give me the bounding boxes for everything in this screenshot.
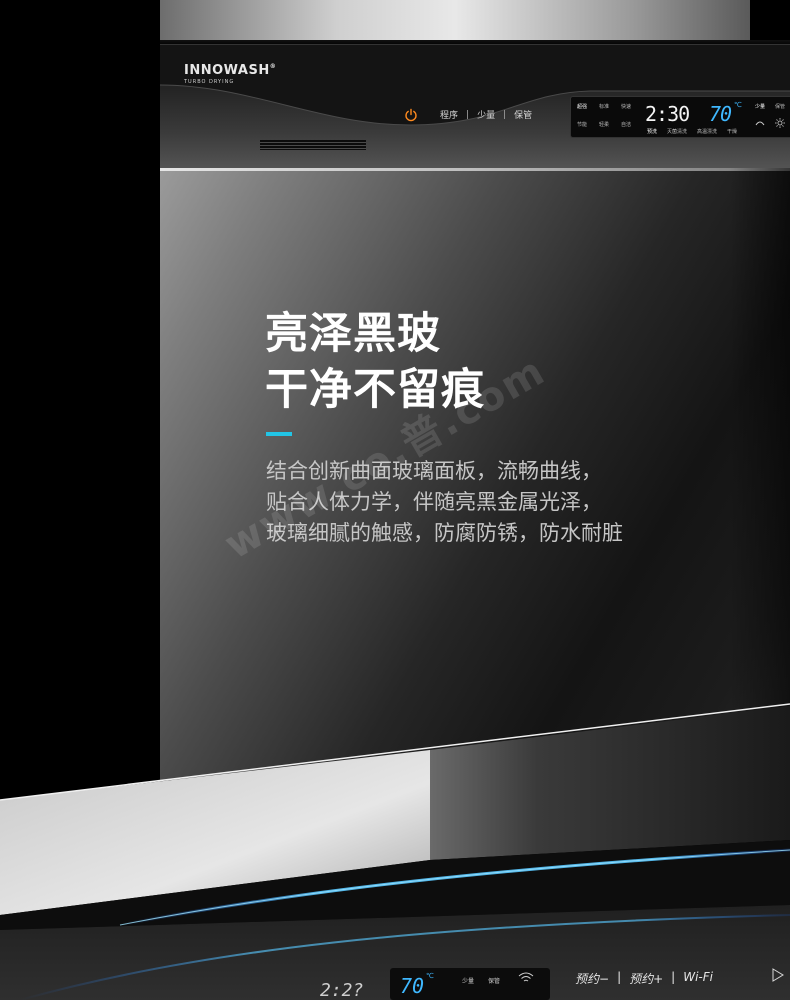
status-label: 灭菌清洗	[667, 129, 688, 135]
menu-separator: |	[671, 970, 676, 984]
bottom-option-label: 少量	[462, 978, 475, 985]
registered-mark: ®	[269, 63, 277, 70]
panel-menu: 程序 | 少量 | 保管	[440, 108, 532, 122]
appliance-top-trim	[160, 0, 750, 40]
headline-line-1: 亮泽黑玻	[265, 309, 441, 359]
panel-display: 超强 标准 快速 节能 轻柔 自洁 2:30 70 ℃ 预洗 灭菌清洗 高温漂洗…	[570, 96, 790, 138]
storage-button[interactable]: 保管	[514, 108, 532, 121]
mode-label: 超强	[577, 104, 588, 110]
status-label: 高温漂洗	[697, 129, 718, 135]
power-icon[interactable]	[404, 108, 418, 122]
option-label: 少量	[755, 104, 766, 110]
bottom-option-label: 保管	[488, 978, 501, 985]
control-panel: INNOWASH® TURBO DRYING 程序 | 少量 | 保管 超强 标…	[160, 44, 790, 169]
accent-bar	[266, 432, 292, 436]
option-label: 保管	[775, 104, 786, 110]
status-label: 预洗	[647, 129, 658, 135]
bottom-display: 70 ℃ 少量 保管	[390, 968, 550, 1000]
mode-label: 节能	[577, 122, 588, 128]
mode-label: 自洁	[621, 122, 632, 128]
sun-icon	[775, 118, 785, 128]
display-temperature: 70	[709, 102, 732, 126]
brand-name: INNOWASH	[184, 63, 270, 78]
menu-separator: |	[617, 970, 622, 984]
play-icon[interactable]	[772, 968, 784, 982]
air-vent	[260, 140, 366, 150]
menu-separator: |	[503, 109, 507, 120]
delay-plus-button[interactable]: 预约+	[629, 970, 663, 987]
wifi-icon	[518, 972, 534, 982]
bottom-menu: 预约− | 预约+ | Wi-Fi	[575, 970, 713, 987]
program-button[interactable]: 程序	[440, 108, 458, 121]
status-label: 干燥	[727, 129, 738, 135]
door-top-edge	[160, 168, 790, 171]
display-time: 2:30	[645, 102, 690, 126]
product-page: INNOWASH® TURBO DRYING 程序 | 少量 | 保管 超强 标…	[0, 0, 790, 1000]
brand-tagline: TURBO DRYING	[184, 79, 235, 85]
menu-separator: |	[466, 109, 470, 120]
mode-label: 轻柔	[599, 122, 610, 128]
mode-label: 标准	[599, 104, 610, 110]
delay-minus-button[interactable]: 预约−	[575, 970, 609, 987]
wifi-button[interactable]: Wi-Fi	[683, 970, 713, 987]
mode-label: 快速	[621, 104, 632, 110]
lower-appliance	[0, 703, 790, 1000]
bottom-temperature-unit: ℃	[426, 972, 434, 980]
door-shade	[730, 168, 790, 780]
temperature-unit: ℃	[734, 101, 742, 109]
brand-logo: INNOWASH® TURBO DRYING	[184, 63, 276, 85]
small-load-button[interactable]: 少量	[477, 108, 495, 121]
rinse-icon	[755, 121, 765, 126]
bottom-time: 2:2?	[320, 980, 364, 1000]
bottom-temperature: 70	[400, 974, 425, 998]
